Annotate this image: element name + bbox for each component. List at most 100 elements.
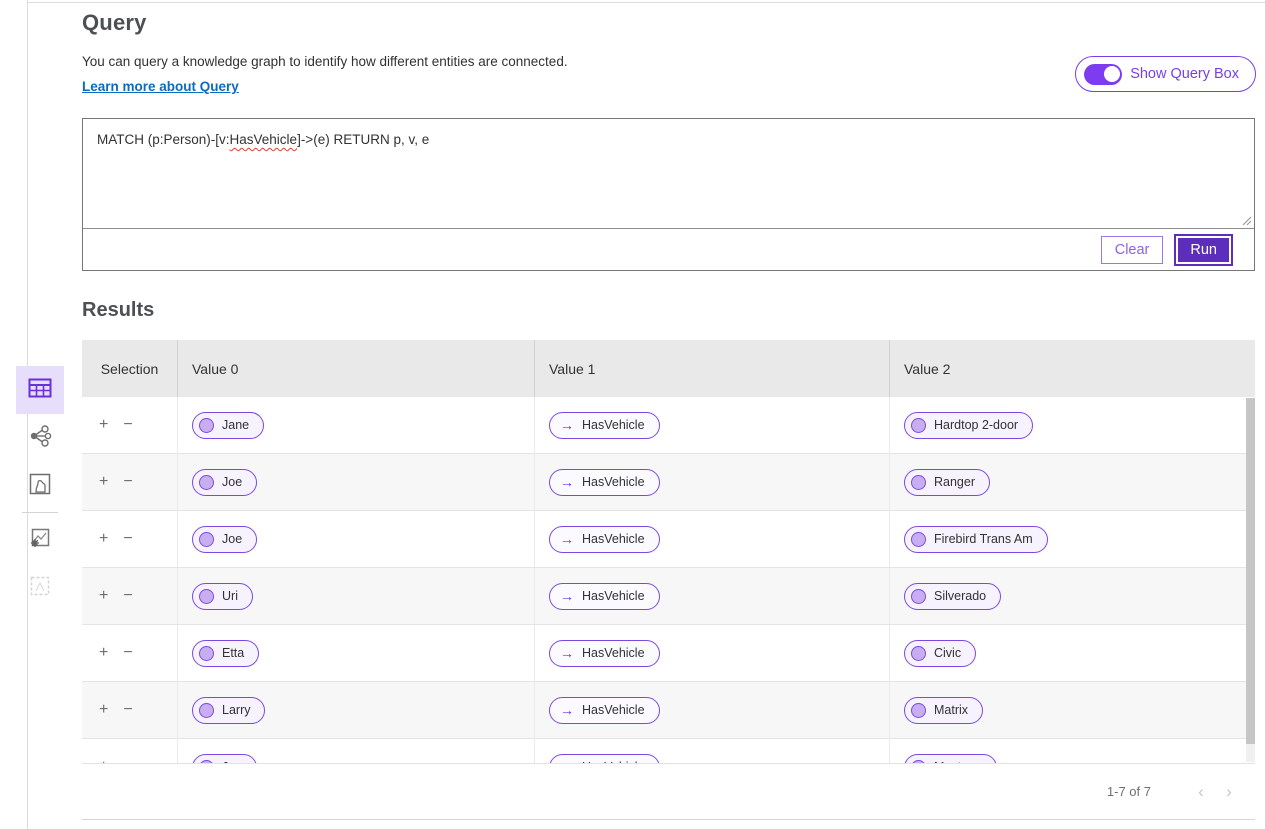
relationship-arrow-icon: → [560, 703, 574, 717]
relationship-label: HasVehicle [582, 532, 645, 546]
remove-selection-button[interactable]: − [123, 531, 132, 547]
column-header-value2: Value 2 [890, 340, 1255, 397]
value0-cell: Joe [178, 511, 535, 567]
pagination-range: 1-7 of 7 [1107, 784, 1151, 799]
add-selection-button[interactable]: + [99, 417, 108, 433]
query-text: MATCH (p:Person)-[v:HasVehicle]->(e) RET… [97, 132, 429, 147]
map-icon [29, 473, 51, 500]
add-to-link-chart-button[interactable] [16, 516, 64, 564]
table-footer: 1-7 of 7 ‹ › [82, 763, 1255, 820]
rail-separator [22, 512, 58, 513]
table-row: + − Joe → HasVehicle Ranger [82, 454, 1255, 511]
remove-selection-button[interactable]: − [123, 645, 132, 661]
entity-pill[interactable]: Joe [192, 526, 257, 553]
clear-button[interactable]: Clear [1101, 236, 1164, 264]
relationship-label: HasVehicle [582, 475, 645, 489]
entity-label: Ranger [934, 475, 975, 489]
show-query-box-toggle[interactable]: Show Query Box [1075, 56, 1256, 92]
selection-cell: + − [82, 511, 178, 567]
remove-selection-button[interactable]: − [123, 474, 132, 490]
entity-icon [199, 589, 214, 604]
pagination-prev-button[interactable]: ‹ [1187, 782, 1215, 802]
value2-cell: Civic [890, 625, 1255, 681]
entity-pill[interactable]: Firebird Trans Am [904, 526, 1048, 553]
table-view-button[interactable] [16, 366, 64, 414]
entity-icon [911, 532, 926, 547]
remove-selection-button[interactable]: − [123, 702, 132, 718]
query-textarea[interactable]: MATCH (p:Person)-[v:HasVehicle]->(e) RET… [83, 119, 1254, 229]
remove-selection-button[interactable]: − [123, 417, 132, 433]
entity-label: Matrix [934, 703, 968, 717]
link-chart-view-button[interactable] [16, 414, 64, 462]
entity-label: Larry [222, 703, 250, 717]
value0-cell: Larry [178, 682, 535, 738]
entity-label: Joe [222, 532, 242, 546]
entity-pill[interactable]: Uri [192, 583, 253, 610]
relationship-pill[interactable]: → HasVehicle [549, 640, 660, 667]
entity-pill[interactable]: Mustang [904, 754, 997, 764]
relationship-pill[interactable]: → HasVehicle [549, 412, 660, 439]
entity-pill[interactable]: Larry [192, 697, 265, 724]
add-to-map-button[interactable] [16, 564, 64, 612]
relationship-label: HasVehicle [582, 418, 645, 432]
add-selection-button[interactable]: + [99, 645, 108, 661]
entity-icon [199, 532, 214, 547]
remove-selection-button[interactable]: − [123, 588, 132, 604]
entity-icon [911, 418, 926, 433]
entity-icon [911, 703, 926, 718]
top-frame-divider [28, 2, 1265, 3]
table-row: + − Joe → HasVehicle Mustang [82, 739, 1255, 763]
relationship-pill[interactable]: → HasVehicle [549, 469, 660, 496]
entity-pill[interactable]: Matrix [904, 697, 983, 724]
value0-cell: Joe [178, 454, 535, 510]
scrollbar-thumb[interactable] [1246, 398, 1255, 744]
misspelled-token: HasVehicle [230, 132, 298, 147]
entity-icon [911, 589, 926, 604]
map-view-button[interactable] [16, 462, 64, 510]
resize-handle[interactable] [1240, 214, 1252, 226]
table-scrollbar[interactable] [1246, 398, 1255, 762]
value0-cell: Joe [178, 739, 535, 763]
table-body: + − Jane → HasVehicle Hardtop 2-door + − [82, 397, 1255, 763]
entity-pill[interactable]: Civic [904, 640, 976, 667]
toggle-label: Show Query Box [1130, 66, 1239, 82]
entity-pill[interactable]: Etta [192, 640, 259, 667]
entity-label: Jane [222, 418, 249, 432]
entity-icon [911, 646, 926, 661]
value0-cell: Etta [178, 625, 535, 681]
results-table: Selection Value 0 Value 1 Value 2 + − Ja… [82, 340, 1255, 820]
add-selection-button[interactable]: + [99, 588, 108, 604]
relationship-pill[interactable]: → HasVehicle [549, 754, 660, 764]
entity-label: Uri [222, 589, 238, 603]
add-selection-button[interactable]: + [99, 531, 108, 547]
relationship-pill[interactable]: → HasVehicle [549, 583, 660, 610]
entity-pill[interactable]: Hardtop 2-door [904, 412, 1033, 439]
entity-pill[interactable]: Joe [192, 469, 257, 496]
table-row: + − Larry → HasVehicle Matrix [82, 682, 1255, 739]
value1-cell: → HasVehicle [535, 682, 890, 738]
add-selection-button[interactable]: + [99, 474, 108, 490]
entity-pill[interactable]: Jane [192, 412, 264, 439]
entity-pill[interactable]: Ranger [904, 469, 990, 496]
pagination-next-button[interactable]: › [1215, 782, 1243, 802]
entity-pill[interactable]: Joe [192, 754, 257, 764]
value1-cell: → HasVehicle [535, 739, 890, 763]
entity-icon [199, 703, 214, 718]
learn-more-link[interactable]: Learn more about Query [82, 79, 239, 94]
add-selection-button[interactable]: + [99, 702, 108, 718]
query-actions: Clear Run [83, 229, 1254, 270]
page-description: You can query a knowledge graph to ident… [82, 54, 568, 69]
selection-cell: + − [82, 454, 178, 510]
value0-cell: Jane [178, 397, 535, 453]
entity-icon [199, 418, 214, 433]
entity-pill[interactable]: Silverado [904, 583, 1001, 610]
value1-cell: → HasVehicle [535, 397, 890, 453]
relationship-pill[interactable]: → HasVehicle [549, 697, 660, 724]
add-to-link-chart-icon [29, 527, 51, 554]
value2-cell: Silverado [890, 568, 1255, 624]
column-header-value1: Value 1 [535, 340, 890, 397]
run-button[interactable]: Run [1176, 236, 1231, 264]
page-title: Query [82, 10, 147, 36]
relationship-pill[interactable]: → HasVehicle [549, 526, 660, 553]
selection-cell: + − [82, 739, 178, 763]
